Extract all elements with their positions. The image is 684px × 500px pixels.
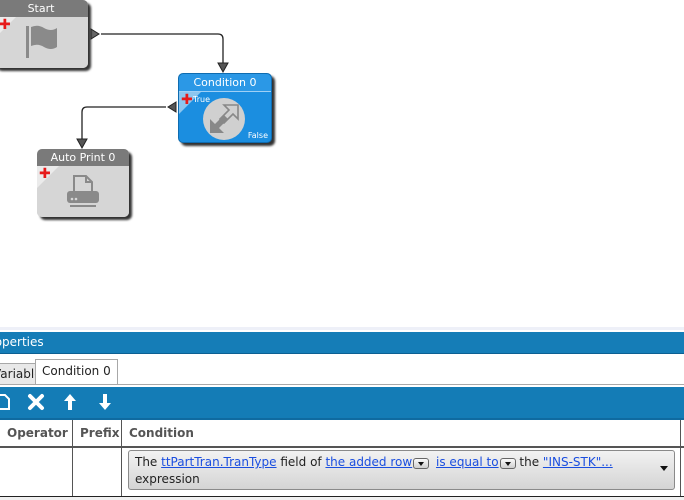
add-icon[interactable]: ✚ xyxy=(181,93,193,107)
connector-start-to-condition xyxy=(101,33,224,64)
column-header-prefix[interactable]: Prefix xyxy=(73,420,122,446)
printer-icon xyxy=(67,175,99,207)
add-icon[interactable]: ✚ xyxy=(39,167,51,181)
condition-line-1: The ttPartTran.TranType field of the add… xyxy=(135,454,668,471)
start-node-title: Start xyxy=(0,0,88,17)
move-up-icon[interactable] xyxy=(61,393,79,411)
condition-arrows-icon xyxy=(203,98,245,140)
chevron-down-icon[interactable] xyxy=(660,466,668,471)
properties-title-text: Properties xyxy=(0,335,44,349)
start-node[interactable]: Start ✚ xyxy=(0,0,88,68)
prefix-cell[interactable] xyxy=(73,448,122,496)
delete-icon[interactable] xyxy=(27,393,45,411)
new-icon[interactable] xyxy=(0,393,12,411)
condition-text: field of xyxy=(276,455,326,469)
flag-icon xyxy=(26,25,57,58)
connector-condition-to-autoprint xyxy=(81,106,166,140)
condition-expression-box[interactable]: The ttPartTran.TranType field of the add… xyxy=(128,450,675,490)
value-link[interactable]: "INS-STK"... xyxy=(543,455,613,469)
autoprint-node-title: Auto Print 0 xyxy=(37,149,129,166)
arrowhead-condition-in xyxy=(217,62,229,74)
column-header-operator[interactable]: Operator xyxy=(0,420,73,446)
operator-link[interactable]: is equal to xyxy=(436,455,499,469)
arrowhead-autoprint-in xyxy=(76,138,88,150)
move-down-icon[interactable] xyxy=(96,393,114,411)
autoprint-node[interactable]: Auto Print 0 ✚ xyxy=(37,149,129,217)
condition-node[interactable]: Condition 0 ✚ True False xyxy=(178,73,272,143)
workflow-canvas[interactable]: Start ✚ Condition 0 ✚ True False Auto Pr… xyxy=(0,0,684,330)
operator-dropdown-icon[interactable] xyxy=(499,458,516,469)
add-icon[interactable]: ✚ xyxy=(0,18,11,32)
condition-text: the xyxy=(515,455,543,469)
false-branch-label: False xyxy=(247,131,268,140)
operator-cell[interactable] xyxy=(0,448,73,496)
row-link[interactable]: the added row xyxy=(325,455,412,469)
row-dropdown-icon[interactable] xyxy=(413,458,430,469)
tab-condition-0[interactable]: Condition 0 xyxy=(35,359,118,384)
output-port-start xyxy=(90,28,100,40)
panel-splitter[interactable] xyxy=(0,327,684,330)
field-link[interactable]: ttPartTran.TranType xyxy=(161,455,276,469)
condition-text: The xyxy=(135,455,162,469)
condition-line-2: expression xyxy=(135,472,200,486)
grid-header: Operator Prefix Condition xyxy=(0,420,684,448)
properties-tabs: Variables Condition 0 xyxy=(0,354,684,385)
properties-panel-title: Properties xyxy=(0,332,684,354)
column-header-condition[interactable]: Condition xyxy=(122,420,681,446)
output-port-condition-true xyxy=(167,101,177,113)
condition-node-title: Condition 0 xyxy=(179,74,271,92)
grid-toolbar xyxy=(0,387,684,420)
